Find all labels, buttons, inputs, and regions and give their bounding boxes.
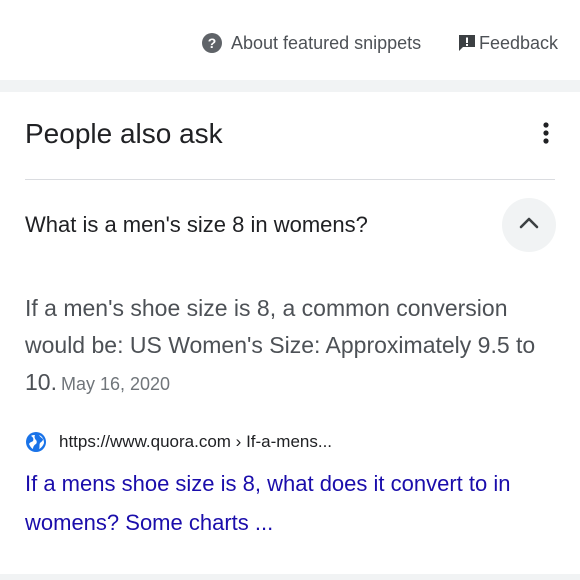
people-also-ask-title: People also ask (25, 118, 223, 149)
result-title-link[interactable]: If a mens shoe size is 8, what does it c… (25, 464, 565, 542)
feedback-link[interactable]: Feedback (457, 30, 558, 56)
more-vert-icon (530, 122, 562, 154)
feedback-label: Feedback (479, 32, 559, 53)
about-featured-snippets-link[interactable]: ? About featured snippets (201, 30, 421, 56)
feedback-icon (457, 33, 477, 53)
about-featured-snippets-label: About featured snippets (231, 32, 422, 53)
globe-icon (25, 431, 47, 453)
answer-snippet: If a men's shoe size is 8, a common conv… (25, 290, 570, 403)
top-bar: ? About featured snippets Feedback (0, 0, 580, 80)
section-divider (0, 80, 580, 92)
source-link[interactable]: https://www.quora.com › If-a-mens... (25, 428, 332, 456)
collapse-question-button[interactable] (502, 198, 556, 252)
help-circle-icon: ? (201, 32, 223, 54)
more-options-button[interactable] (530, 118, 562, 150)
source-url: https://www.quora.com › If-a-mens... (59, 432, 333, 451)
svg-text:?: ? (208, 35, 217, 51)
title-divider (25, 179, 555, 180)
question-text[interactable]: What is a men's size 8 in womens? (25, 210, 368, 240)
answer-date: May 16, 2020 (60, 374, 171, 394)
chevron-up-icon (519, 216, 539, 234)
bottom-divider (0, 574, 580, 580)
